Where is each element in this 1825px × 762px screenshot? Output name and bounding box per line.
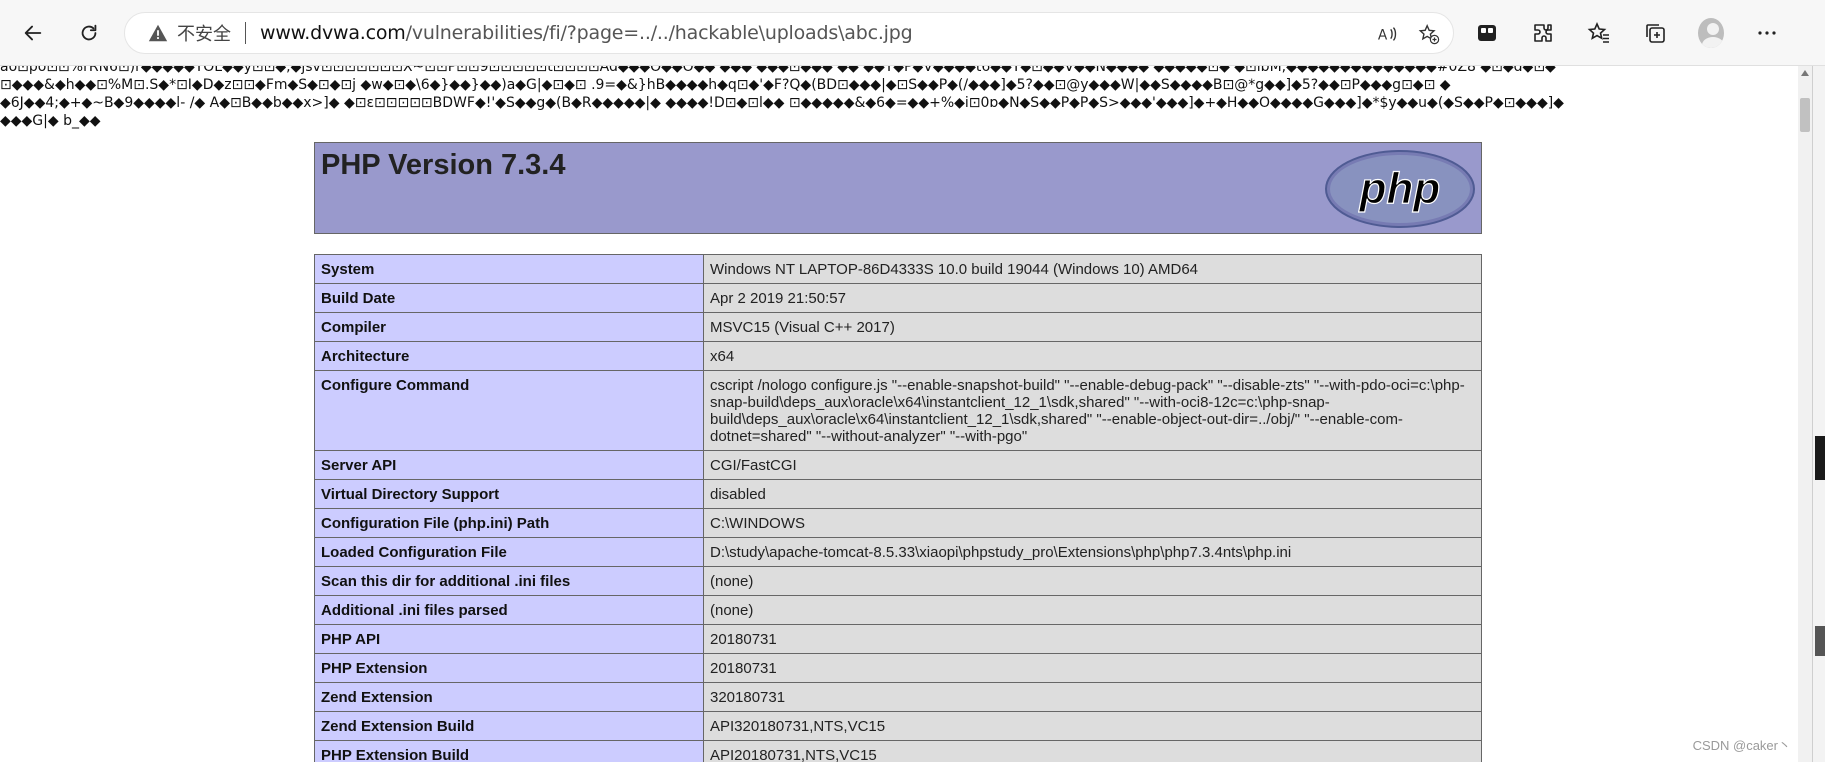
window-edge-block [1815, 436, 1825, 480]
table-row: Architecture x64 [314, 341, 1482, 371]
profile-button[interactable] [1698, 18, 1724, 48]
table-row: Virtual Directory Support disabled [314, 479, 1482, 509]
row-value: D:\study\apache-tomcat-8.5.33\xiaopi\php… [703, 537, 1482, 567]
row-value: API320180731,NTS,VC15 [703, 711, 1482, 741]
address-bar-actions: A [1375, 13, 1441, 55]
window-edge-block [1815, 626, 1825, 656]
table-row: System Windows NT LAPTOP-86D4333S 10.0 bu… [314, 254, 1482, 284]
garbage-line: ◆6J◆◆4;◆+◆~B◆9◆◆◆◆l- /◆ A◆⊡B◆◆b◆◆x>]◆ ◆⊡… [0, 95, 1564, 111]
scroll-up-arrow-icon[interactable] [1801, 70, 1809, 76]
add-favorite-icon[interactable] [1417, 22, 1441, 46]
row-key: Scan this dir for additional .ini files [314, 566, 704, 596]
table-row: Build Date Apr 2 2019 21:50:57 [314, 283, 1482, 313]
row-key: Build Date [314, 283, 704, 313]
address-bar[interactable]: 不安全 www.dvwa.com/vulnerabilities/fi/?pag… [124, 12, 1454, 54]
row-value: cscript /nologo configure.js "--enable-s… [703, 370, 1482, 451]
phpinfo-header: PHP Version 7.3.4 php [314, 142, 1482, 234]
row-value: 320180731 [703, 682, 1482, 712]
row-key: PHP Extension Build [314, 740, 704, 762]
php-logo-text: php [1359, 164, 1441, 213]
garbage-line: ◆◆◆G|◆ b_◆◆ [0, 113, 101, 129]
row-value: x64 [703, 341, 1482, 371]
row-key: Compiler [314, 312, 704, 342]
table-row: Additional .ini files parsed (none) [314, 595, 1482, 625]
warning-icon[interactable] [147, 22, 169, 44]
url-host: www.dvwa.com [260, 22, 406, 44]
row-value: Windows NT LAPTOP-86D4333S 10.0 build 19… [703, 254, 1482, 284]
avatar [1698, 18, 1724, 48]
table-row: Server API CGI/FastCGI [314, 450, 1482, 480]
more-menu-button[interactable] [1754, 20, 1780, 46]
row-key: Loaded Configuration File [314, 537, 704, 567]
row-key: Architecture [314, 341, 704, 371]
refresh-icon [81, 24, 97, 41]
browser-toolbar: 不安全 www.dvwa.com/vulnerabilities/fi/?pag… [0, 0, 1825, 66]
table-row: PHP Extension Build API20180731,NTS,VC15 [314, 740, 1482, 762]
url-text[interactable]: www.dvwa.com/vulnerabilities/fi/?page=..… [260, 22, 913, 44]
table-row: Compiler MSVC15 (Visual C++ 2017) [314, 312, 1482, 342]
collections-icon[interactable] [1642, 20, 1668, 46]
row-value: MSVC15 (Visual C++ 2017) [703, 312, 1482, 342]
adjacent-window-edge [1812, 66, 1825, 762]
toolbar-right [1474, 12, 1780, 54]
row-value: API20180731,NTS,VC15 [703, 740, 1482, 762]
extensions-icon[interactable] [1530, 20, 1556, 46]
table-row: Loaded Configuration File D:\study\apache… [314, 537, 1482, 567]
table-row: Configure Command cscript /nologo configu… [314, 370, 1482, 451]
immersive-reader-icon[interactable] [1474, 20, 1500, 46]
row-value: Apr 2 2019 21:50:57 [703, 283, 1482, 313]
row-value: disabled [703, 479, 1482, 509]
row-key: Additional .ini files parsed [314, 595, 704, 625]
row-key: Configuration File (php.ini) Path [314, 508, 704, 538]
url-path: /vulnerabilities/fi/?page=../../hackable… [405, 22, 913, 44]
row-value: 20180731 [703, 624, 1482, 654]
row-key: Zend Extension Build [314, 711, 704, 741]
row-key: Virtual Directory Support [314, 479, 704, 509]
table-row: PHP API 20180731 [314, 624, 1482, 654]
binary-garbage-text: ao⊡po⊡⊡%rRN6⊡)r◆◆◆◆◆TOL◆◆y⊡⊡◆,◆jsv⊡⊡⊡⊡⊡⊡… [0, 66, 1790, 130]
row-key: System [314, 254, 704, 284]
ellipsis-icon [1758, 31, 1776, 35]
refresh-button[interactable] [70, 14, 108, 52]
row-value: (none) [703, 595, 1482, 625]
row-key: PHP Extension [314, 653, 704, 683]
php-version-title: PHP Version 7.3.4 [321, 149, 566, 181]
table-row: Zend Extension 320180731 [314, 682, 1482, 712]
insecure-label[interactable]: 不安全 [177, 20, 231, 46]
phpinfo-table: System Windows NT LAPTOP-86D4333S 10.0 bu… [314, 254, 1482, 762]
read-aloud-icon[interactable]: A [1375, 22, 1399, 46]
garbage-line: ⊡◆◆◆&◆h◆◆⊡%M⊡.S◆*⊡I◆D◆z⊡⊡◆Fm◆S◆⊡◆⊡j ◆w◆⊡… [0, 77, 1451, 93]
table-row: Configuration File (php.ini) Path C:\WIND… [314, 508, 1482, 538]
row-value: CGI/FastCGI [703, 450, 1482, 480]
table-row: Zend Extension Build API320180731,NTS,VC1… [314, 711, 1482, 741]
scroll-thumb[interactable] [1800, 98, 1810, 132]
row-key: Configure Command [314, 370, 704, 451]
watermark: CSDN @caker丶 [1692, 738, 1791, 753]
row-key: PHP API [314, 624, 704, 654]
row-value: (none) [703, 566, 1482, 596]
vertical-scrollbar[interactable] [1798, 66, 1812, 762]
page-viewport: ao⊡po⊡⊡%rRN6⊡)r◆◆◆◆◆TOL◆◆y⊡⊡◆,◆jsv⊡⊡⊡⊡⊡⊡… [0, 66, 1798, 762]
favorites-icon[interactable] [1586, 20, 1612, 46]
arrow-left-icon [24, 25, 42, 41]
svg-text:A: A [1378, 28, 1388, 44]
row-value: 20180731 [703, 653, 1482, 683]
phpinfo-container: PHP Version 7.3.4 php System Windows NT L… [314, 142, 1482, 762]
row-value: C:\WINDOWS [703, 508, 1482, 538]
table-row: Scan this dir for additional .ini files(… [314, 566, 1482, 596]
garbage-line: ao⊡po⊡⊡%rRN6⊡)r◆◆◆◆◆TOL◆◆y⊡⊡◆,◆jsv⊡⊡⊡⊡⊡⊡… [0, 66, 1556, 75]
php-logo[interactable]: php [1324, 149, 1476, 229]
row-key: Server API [314, 450, 704, 480]
row-key: Zend Extension [314, 682, 704, 712]
table-row: PHP Extension 20180731 [314, 653, 1482, 683]
address-separator [245, 22, 246, 44]
back-button[interactable] [14, 14, 52, 52]
